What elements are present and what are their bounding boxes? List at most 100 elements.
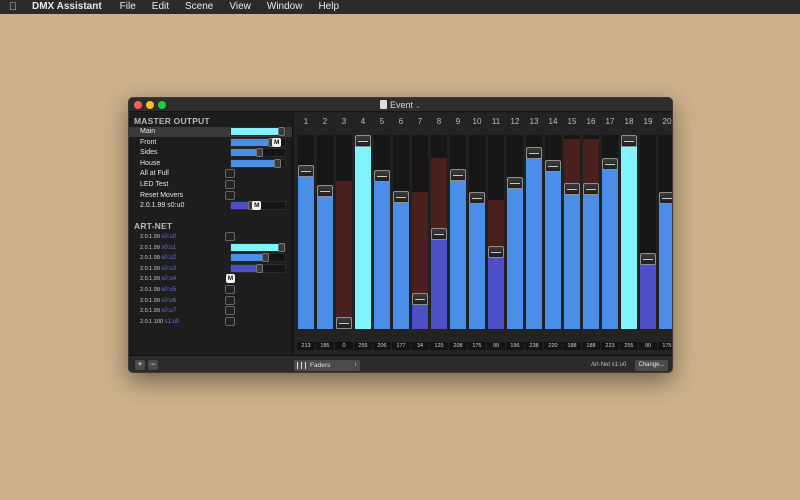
channel-value[interactable]: 177 (392, 342, 410, 350)
channel-value[interactable]: 34 (411, 342, 429, 350)
channel-value[interactable]: 90 (639, 342, 657, 350)
channel-fader[interactable] (392, 135, 410, 329)
checkbox[interactable] (225, 295, 235, 305)
menu-scene[interactable]: Scene (177, 0, 221, 14)
add-button[interactable]: + (135, 360, 145, 370)
channel-value[interactable]: 213 (297, 342, 315, 350)
master-row[interactable]: Front M (129, 137, 292, 148)
checkbox[interactable] (225, 232, 235, 241)
channel-value[interactable]: 220 (544, 342, 562, 350)
channel-value[interactable]: 188 (582, 342, 600, 350)
title-bar[interactable]: Event ⌄ (129, 98, 672, 112)
fader-cap[interactable] (336, 317, 352, 329)
artnet-row[interactable]: 2.0.1.99 s0:u4 M (129, 274, 292, 284)
fader-knob[interactable] (261, 253, 269, 263)
fader[interactable] (230, 148, 286, 158)
channel-fader[interactable] (468, 135, 486, 329)
channel-fader[interactable] (506, 135, 524, 329)
channel-value[interactable]: 125 (430, 342, 448, 350)
view-select[interactable]: Faders ↕ (294, 360, 360, 371)
channel-value[interactable]: 255 (354, 342, 372, 350)
master-row[interactable]: Sides (129, 148, 292, 158)
channel-fader[interactable] (601, 135, 619, 329)
fader-knob[interactable] (274, 158, 282, 168)
mute-badge[interactable]: M (226, 274, 235, 284)
channel-fader[interactable] (582, 135, 600, 329)
fader-cap[interactable] (659, 192, 672, 205)
channel-value[interactable]: 185 (316, 342, 334, 350)
fader-cap[interactable] (640, 252, 656, 265)
checkbox[interactable] (225, 180, 235, 189)
menu-view[interactable]: View (221, 0, 259, 14)
apple-icon[interactable]:  (0, 1, 26, 13)
channel-fader[interactable] (297, 135, 315, 329)
mute-badge[interactable]: M (272, 137, 282, 147)
fader-knob[interactable] (256, 148, 264, 158)
remove-button[interactable]: − (148, 360, 158, 370)
master-row[interactable]: All at Full (129, 169, 292, 179)
channel-fader[interactable] (411, 135, 429, 329)
artnet-row[interactable]: 2.0.1.100 s1:u0 (129, 316, 292, 327)
fader-cap[interactable] (564, 182, 580, 195)
change-button[interactable]: Change... (635, 360, 668, 371)
channel-value[interactable]: 196 (506, 342, 524, 350)
channel-value[interactable]: 206 (373, 342, 391, 350)
fader-cap[interactable] (374, 169, 390, 182)
checkbox[interactable] (225, 285, 235, 294)
fader-cap[interactable] (317, 184, 333, 197)
fader-cap[interactable] (526, 147, 542, 160)
channel-fader[interactable] (544, 135, 562, 329)
fader-cap[interactable] (621, 135, 637, 147)
fader[interactable] (230, 158, 286, 168)
artnet-row[interactable]: 2.0.1.99 s0:u1 (129, 242, 292, 253)
fader-cap[interactable] (393, 190, 409, 203)
checkbox[interactable] (225, 316, 235, 326)
fader-knob[interactable] (278, 127, 285, 136)
menu-app-name[interactable]: DMX Assistant (26, 0, 112, 14)
channel-value[interactable]: 208 (449, 342, 467, 350)
channel-fader[interactable] (335, 135, 353, 329)
artnet-row[interactable]: 2.0.1.99 s0:u2 (129, 253, 292, 263)
fader-cap[interactable] (450, 168, 466, 181)
master-row[interactable]: LED Test (129, 180, 292, 190)
fader[interactable]: M (230, 137, 286, 147)
channel-value[interactable]: 175 (468, 342, 486, 350)
fader-cap[interactable] (412, 292, 428, 305)
fader-knob[interactable] (256, 263, 264, 273)
channel-fader[interactable] (563, 135, 581, 329)
artnet-row[interactable]: 2.0.1.99 s0:u0 (129, 232, 292, 242)
checkbox[interactable] (225, 190, 235, 200)
channel-value[interactable]: 223 (601, 342, 619, 350)
menu-edit[interactable]: Edit (144, 0, 177, 14)
channel-value[interactable]: 238 (525, 342, 543, 350)
channel-value[interactable]: 0 (335, 342, 353, 350)
channel-value[interactable]: 99 (487, 342, 505, 350)
fader[interactable] (230, 263, 286, 273)
fader-cap[interactable] (355, 135, 371, 147)
channel-value[interactable]: 188 (563, 342, 581, 350)
artnet-row[interactable]: 2.0.1.99 s0:u5 (129, 285, 292, 295)
channel-value[interactable]: 175 (658, 342, 672, 350)
checkbox[interactable] (225, 169, 235, 179)
fader-cap[interactable] (602, 157, 618, 170)
artnet-row[interactable]: 2.0.1.99 s0:u3 (129, 263, 292, 274)
channel-fader[interactable] (525, 135, 543, 329)
window-title[interactable]: Event ⌄ (129, 99, 672, 113)
fader-cap[interactable] (298, 164, 314, 177)
channel-fader[interactable] (430, 135, 448, 329)
fader-knob[interactable] (278, 242, 285, 252)
fader[interactable]: M (230, 201, 286, 211)
fader-cap[interactable] (507, 177, 523, 190)
channel-value[interactable]: 255 (620, 342, 638, 350)
master-row[interactable]: Main (129, 127, 292, 137)
master-row[interactable]: 2.0.1.99 s0:u0 M (129, 201, 292, 211)
checkbox[interactable] (225, 306, 235, 316)
channel-fader[interactable] (487, 135, 505, 329)
channel-fader[interactable] (658, 135, 672, 329)
master-row[interactable]: Reset Movers (129, 190, 292, 201)
fader[interactable] (230, 127, 286, 136)
fader-cap[interactable] (545, 159, 561, 172)
channel-fader[interactable] (316, 135, 334, 329)
master-row[interactable]: House (129, 158, 292, 169)
artnet-row[interactable]: 2.0.1.99 s0:u6 (129, 295, 292, 306)
